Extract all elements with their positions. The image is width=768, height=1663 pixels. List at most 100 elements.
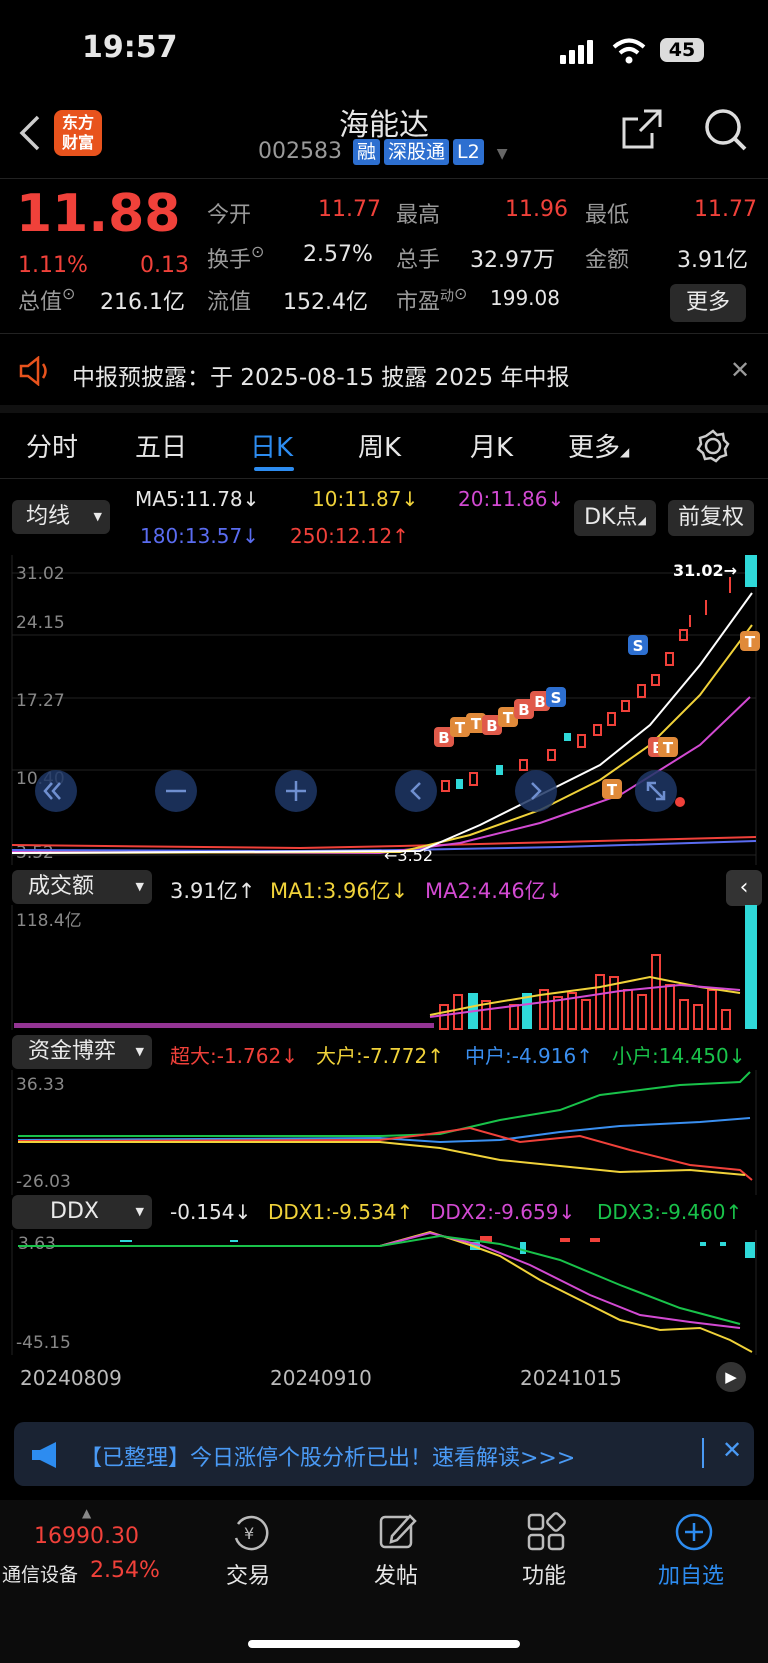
dk-point-button[interactable]: DK点◢ — [574, 500, 656, 536]
speaker-icon — [19, 356, 47, 386]
ma20-line — [11, 696, 751, 855]
svg-text:B: B — [534, 693, 545, 711]
badge-margin: 融 — [352, 139, 380, 165]
max-price-label: 31.02→ — [673, 561, 737, 580]
edit-icon[interactable] — [378, 1512, 418, 1552]
ddx3-value: DDX3:-9.460↑ — [597, 1200, 743, 1224]
quote-section: 11.88 1.11% 0.13 今开 11.77 最高 11.96 最低 11… — [0, 180, 768, 330]
date-axis: 20240809 20240910 20241015 ▶ — [0, 1358, 768, 1398]
svg-text:T: T — [455, 719, 466, 737]
fund-large: 大户:-7.772↑ — [316, 1044, 444, 1068]
badge-l2: L2 — [453, 139, 484, 165]
fund-selector[interactable]: 资金博弈 ▼ — [12, 1035, 152, 1069]
low-label: 最低 — [585, 203, 630, 228]
candles — [441, 577, 731, 792]
status-time: 19:57 — [82, 30, 178, 65]
nav-add-watchlist[interactable]: 加自选 — [658, 1558, 724, 1590]
trade-markers[interactable]: B T T B T B B S S B T T T — [434, 631, 760, 799]
info-icon[interactable]: ⊙ — [251, 242, 264, 261]
megaphone-icon — [32, 1442, 56, 1468]
notice-text: 中报预披露：于 2025-08-15 披露 2025 年中报 — [72, 365, 570, 391]
tab-five-day[interactable]: 五日 — [135, 427, 187, 464]
svg-text:T: T — [745, 633, 756, 651]
volume-value: 3.91亿↑ — [170, 879, 256, 903]
float-cap-label: 流值 — [207, 290, 252, 315]
tab-intraday[interactable]: 分时 — [26, 427, 78, 464]
volume-chart[interactable]: 118.4亿 — [0, 905, 768, 1030]
pe-label: 市盈动⊙ — [396, 284, 468, 315]
collapse-button[interactable]: ‹ — [726, 870, 762, 906]
fund-small: 小户:14.450↓ — [612, 1044, 746, 1068]
more-button[interactable]: 更多 — [670, 284, 746, 322]
svg-text:T: T — [607, 781, 618, 799]
ma-selector[interactable]: 均线 ▼ — [12, 500, 110, 534]
y-tick-3: 17.27 — [16, 691, 65, 711]
nav-trade[interactable]: 交易 — [226, 1558, 270, 1590]
ma180-value: 180:13.57↓ — [140, 524, 259, 548]
high-label: 最高 — [396, 203, 441, 228]
index-value[interactable]: 16990.30 — [34, 1524, 139, 1549]
tab-more[interactable]: 更多◢ — [568, 427, 629, 464]
share-icon[interactable] — [620, 107, 664, 151]
open-label: 今开 — [207, 203, 252, 228]
ddx1-value: DDX1:-9.534↑ — [268, 1200, 414, 1224]
current-price: 11.88 — [16, 184, 181, 244]
high-value: 11.96 — [505, 197, 568, 222]
index-name[interactable]: 通信设备 — [2, 1560, 78, 1587]
chevron-down-icon[interactable]: ▼ — [497, 146, 508, 162]
fund-super: 超大:-1.762↓ — [170, 1044, 298, 1068]
close-icon[interactable]: ✕ — [722, 1436, 742, 1464]
svg-text:S: S — [633, 637, 644, 655]
low-value: 11.77 — [694, 197, 757, 222]
date-1: 20240809 — [20, 1366, 122, 1390]
nav-function[interactable]: 功能 — [522, 1558, 566, 1590]
stock-code: 002583 — [258, 139, 342, 164]
search-icon[interactable] — [703, 107, 747, 153]
add-icon[interactable] — [674, 1512, 714, 1552]
volume-ma1: MA1:3.96亿↓ — [270, 879, 409, 903]
ddx-chart[interactable]: 3.63 -45.15 — [0, 1230, 768, 1355]
ma250-value: 250:12.12↑ — [290, 524, 409, 548]
svg-text:T: T — [471, 715, 482, 733]
y-tick-2: 24.15 — [16, 613, 65, 633]
volume-selector[interactable]: 成交额 ▼ — [12, 870, 152, 904]
tab-weekly-k[interactable]: 周K — [358, 427, 401, 464]
index-up-arrow: ▲ — [82, 1506, 92, 1520]
fund-chart[interactable]: 36.33 -26.03 — [0, 1070, 768, 1195]
tab-monthly-k[interactable]: 月K — [470, 427, 513, 464]
close-icon[interactable]: ✕ — [730, 356, 750, 384]
grid-icon[interactable] — [526, 1512, 566, 1552]
info-icon[interactable]: ⊙ — [62, 284, 75, 303]
trade-icon[interactable]: ¥ — [230, 1512, 272, 1554]
volume-y-top: 118.4亿 — [16, 911, 82, 931]
status-bar: 19:57 45 — [0, 0, 768, 95]
index-change[interactable]: 2.54% — [90, 1558, 160, 1583]
tab-daily-k[interactable]: 日K — [250, 427, 293, 464]
adjust-button[interactable]: 前复权 — [668, 500, 754, 536]
nav-post[interactable]: 发帖 — [374, 1558, 418, 1590]
svg-text:T: T — [663, 739, 674, 757]
float-cap-value: 152.4亿 — [283, 290, 368, 315]
volume-ma2: MA2:4.46亿↓ — [425, 879, 564, 903]
battery-level: 45 — [668, 39, 696, 61]
volume-value: 32.97万 — [470, 248, 555, 273]
svg-text:¥: ¥ — [244, 1524, 254, 1543]
ddx-value: -0.154↓ — [170, 1200, 252, 1224]
svg-text:B: B — [518, 701, 529, 719]
kline-chart[interactable]: 31.02 24.15 17.27 10.40 3.52 31.02→ ←3.5… — [0, 555, 768, 865]
ma5-line — [11, 592, 753, 854]
ddx2-value: DDX2:-9.659↓ — [430, 1200, 576, 1224]
ma5-value: MA5:11.78↓ — [135, 487, 260, 511]
play-icon[interactable]: ▶ — [716, 1362, 746, 1392]
gear-icon[interactable] — [696, 429, 730, 463]
ad-banner[interactable]: 【已整理】今日涨停个股分析已出！速看解读>>> ✕ — [14, 1422, 754, 1486]
svg-text:T: T — [503, 709, 514, 727]
notice-bar[interactable]: 中报预披露：于 2025-08-15 披露 2025 年中报 ✕ — [0, 340, 768, 400]
bottom-bar: ▲ 16990.30 通信设备 2.54% ¥ 交易 发帖 功能 加自选 — [0, 1500, 768, 1663]
volume-label: 总手 — [396, 248, 441, 273]
ddx-selector[interactable]: DDX ▼ — [12, 1195, 152, 1229]
signal-icon — [560, 40, 593, 64]
info-icon[interactable]: ⊙ — [454, 284, 467, 303]
chart-nav-buttons[interactable] — [35, 770, 677, 812]
ma10-line — [11, 624, 753, 854]
